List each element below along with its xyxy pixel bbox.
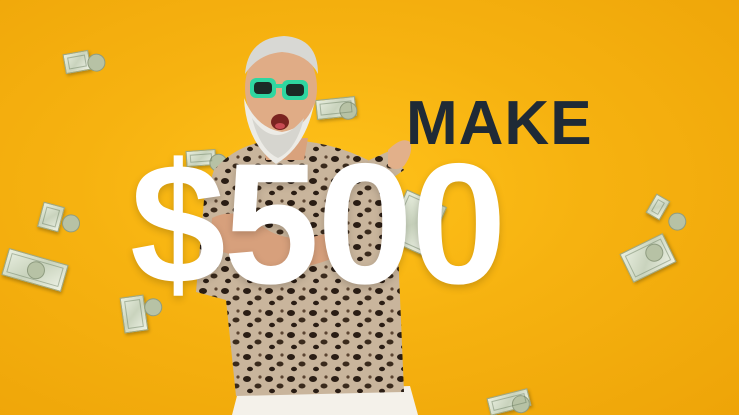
thumbnail-image: MAKE $500 bbox=[0, 0, 739, 415]
headline-amount-text: $500 bbox=[130, 128, 507, 320]
